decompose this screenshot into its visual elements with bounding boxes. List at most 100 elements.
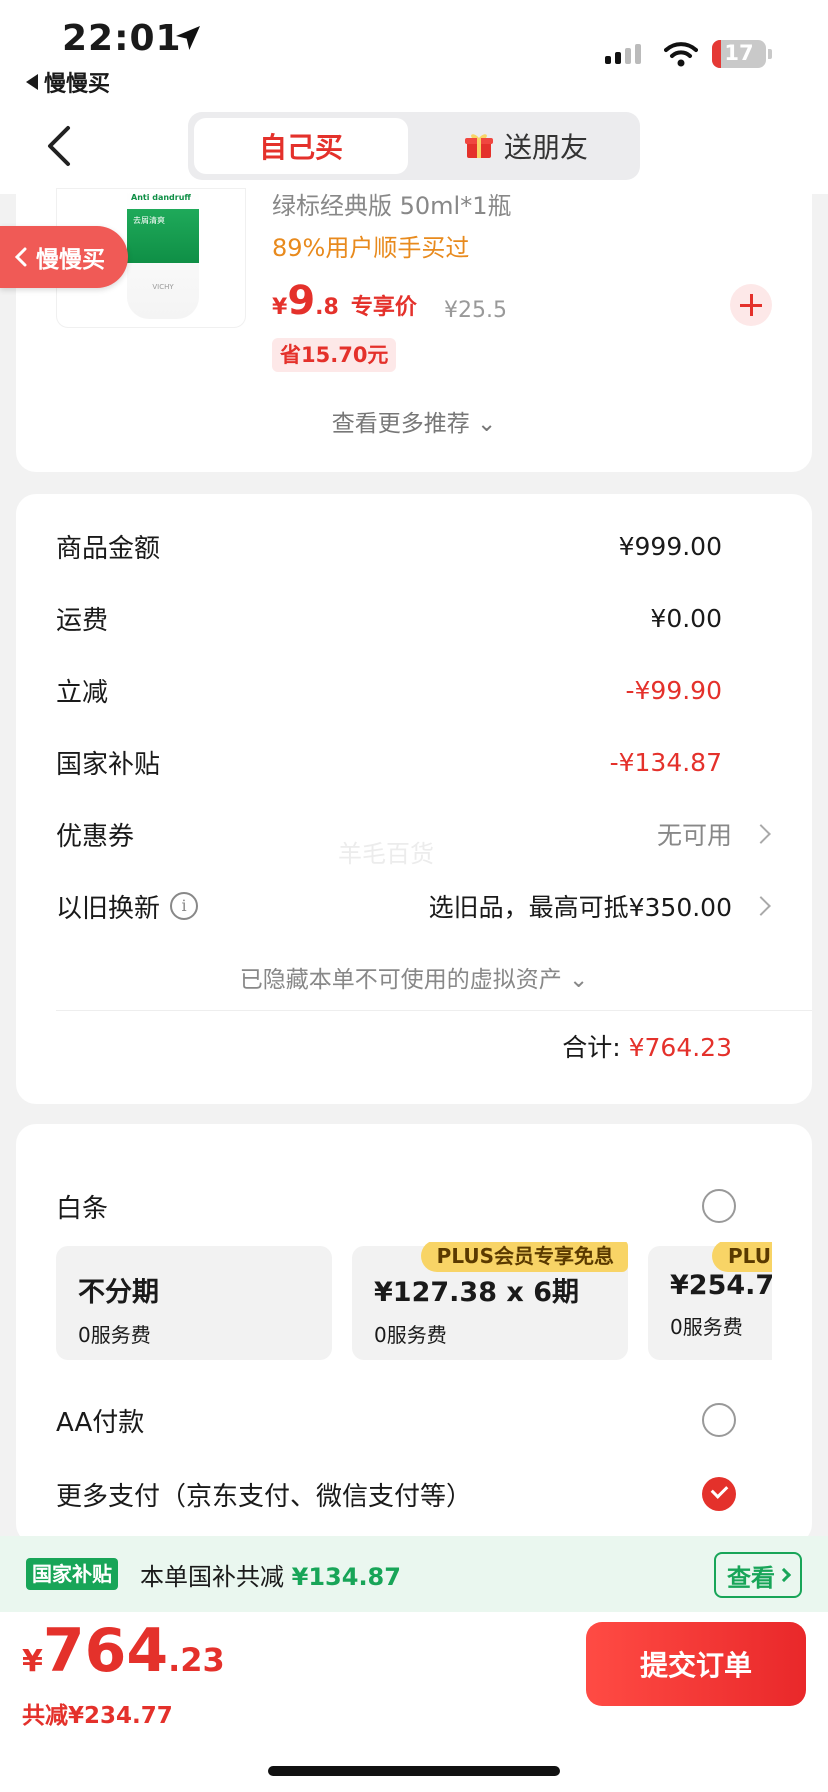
plan-6-months[interactable]: PLUS会员专享免息 ¥127.38 x 6期 0服务费 <box>352 1242 628 1360</box>
cellular-signal-icon <box>605 44 641 64</box>
back-chevron-icon[interactable] <box>40 122 80 170</box>
radio-button-checked[interactable] <box>702 1477 736 1511</box>
pay-option-baitiao[interactable]: 白条 <box>56 1178 772 1234</box>
row-label: 国家补贴 <box>56 749 161 780</box>
total-value: ¥764.23 <box>628 1033 732 1062</box>
row-label: 运费 <box>56 605 109 636</box>
row-value: ¥999.00 <box>618 531 722 561</box>
plan-title: ¥254.75 <box>670 1270 772 1301</box>
product-title: 绿标经典版 50ml*1瓶 <box>272 192 512 220</box>
submit-order-button[interactable]: 提交订单 <box>586 1622 806 1706</box>
row-trade-in[interactable]: 以旧换新 i 选旧品，最高可抵¥350.00 <box>56 876 772 936</box>
row-value: ¥0.00 <box>650 603 722 633</box>
chevron-right-icon <box>751 896 771 916</box>
subsidy-strip: 国家补贴 本单国补共减 ¥134.87 查看 <box>0 1536 828 1612</box>
row-national-subsidy: 国家补贴 -¥134.87 <box>56 732 772 792</box>
price-int: 9 <box>287 278 316 324</box>
hidden-assets-toggle[interactable]: 已隐藏本单不可使用的虚拟资产 ⌄ <box>16 960 812 994</box>
plus-badge: PLUS <box>712 1242 772 1272</box>
pay-option-aa[interactable]: AA付款 <box>56 1392 772 1448</box>
back-to-app-link[interactable]: 慢慢买 <box>26 66 110 98</box>
pay-option-label: 白条 <box>56 1193 109 1224</box>
national-subsidy-tag: 国家补贴 <box>26 1558 118 1590</box>
view-label: 查看 <box>727 1563 775 1592</box>
plan-3-months[interactable]: PLUS ¥254.75 0服务费 <box>648 1242 772 1360</box>
plan-fee: 0服务费 <box>374 1323 447 1347</box>
slow-buy-float-tag[interactable]: 慢慢买 <box>0 226 128 288</box>
divider <box>56 1010 812 1011</box>
product-purchase-stat: 89%用户顺手买过 <box>272 234 470 262</box>
info-icon[interactable]: i <box>170 892 199 920</box>
nav-bar: 自己买 送朋友 <box>0 100 828 194</box>
total-label: 合计: <box>562 1033 621 1062</box>
add-to-order-button[interactable] <box>730 284 772 326</box>
location-arrow-icon <box>176 26 200 50</box>
row-value: -¥134.87 <box>609 747 722 777</box>
row-goods-amount: 商品金额 ¥999.00 <box>56 516 772 576</box>
chevron-right-icon <box>776 1567 792 1583</box>
product-price: ¥ 9 .8 专享价 <box>272 278 417 324</box>
shampoo-tube-image: Anti dandruff 去屑清爽 VICHY <box>127 189 199 319</box>
subsidy-label: 本单国补共减 <box>140 1562 284 1591</box>
row-shipping: 运费 ¥0.00 <box>56 588 772 648</box>
checkout-dec: .23 <box>168 1641 225 1679</box>
checkout-price: ¥ 764 .23 <box>22 1616 225 1686</box>
checkout-int: 764 <box>42 1616 169 1686</box>
subsidy-text: 本单国补共减 ¥134.87 <box>140 1557 401 1592</box>
tab-gift-friend[interactable]: 送朋友 <box>418 118 634 174</box>
plan-title: ¥127.38 x 6期 <box>374 1277 579 1308</box>
tab-buy-self[interactable]: 自己买 <box>194 118 408 174</box>
battery-icon: 17 <box>712 40 766 68</box>
save-badge: 省15.70元 <box>272 338 397 372</box>
status-time: 22:01 <box>62 18 182 59</box>
radio-button[interactable] <box>702 1189 736 1223</box>
plan-fee: 0服务费 <box>78 1323 151 1347</box>
gift-icon <box>464 134 493 158</box>
subsidy-amount: ¥134.87 <box>291 1562 401 1591</box>
back-triangle-icon <box>26 74 38 90</box>
row-value: -¥99.90 <box>625 675 723 705</box>
battery-level: 17 <box>724 41 754 65</box>
plus-badge: PLUS会员专享免息 <box>420 1242 628 1272</box>
row-instant-discount: 立减 -¥99.90 <box>56 660 772 720</box>
tube-label-en: Anti dandruff <box>131 193 191 202</box>
price-dec: .8 <box>315 295 339 320</box>
checkout-savings: 共减¥234.77 <box>22 1703 173 1729</box>
pay-option-label: AA付款 <box>56 1407 145 1438</box>
tab-gift-label: 送朋友 <box>503 131 588 164</box>
price-tag: 专享价 <box>350 295 417 320</box>
slow-buy-label: 慢慢买 <box>36 247 105 273</box>
back-app-label: 慢慢买 <box>44 72 111 97</box>
checkout-yen: ¥ <box>22 1644 43 1679</box>
recommend-card: Anti dandruff 去屑清爽 VICHY 绿标经典版 50ml*1瓶 8… <box>16 188 812 472</box>
buy-mode-segmented-control: 自己买 送朋友 <box>188 112 640 180</box>
order-summary-card: 羊毛百货 商品金额 ¥999.00 运费 ¥0.00 立减 -¥99.90 国家… <box>16 494 812 1104</box>
wifi-icon <box>664 42 698 67</box>
tube-label-cn: 去屑清爽 <box>133 216 165 225</box>
checkout-bar: ¥ 764 .23 共减¥234.77 提交订单 <box>0 1612 828 1792</box>
row-label: 商品金额 <box>56 533 161 564</box>
plan-title: 不分期 <box>78 1277 159 1308</box>
order-total: 合计: ¥764.23 <box>562 1028 732 1064</box>
view-subsidy-button[interactable]: 查看 <box>714 1552 802 1598</box>
pay-option-more[interactable]: 更多支付（京东支付、微信支付等） <box>56 1466 772 1522</box>
row-label: 立减 <box>56 677 109 708</box>
row-label: 优惠券 <box>56 821 135 852</box>
row-coupon[interactable]: 优惠券 无可用 <box>56 804 772 864</box>
status-bar: 22:01 慢慢买 17 <box>0 0 828 100</box>
chevron-left-icon <box>14 247 27 267</box>
chevron-right-icon <box>751 824 771 844</box>
original-price: ¥25.5 <box>444 298 507 323</box>
radio-button[interactable] <box>702 1403 736 1437</box>
payment-card: 白条 不分期 0服务费 PLUS会员专享免息 ¥127.38 x 6期 0服务费… <box>16 1124 812 1544</box>
more-recommend-link[interactable]: 查看更多推荐 ⌄ <box>16 404 812 438</box>
home-indicator[interactable] <box>268 1766 560 1776</box>
price-yen: ¥ <box>272 295 288 320</box>
row-label: 以旧换新 <box>56 893 161 924</box>
row-value: 无可用 <box>656 821 732 850</box>
battery-tip <box>768 49 772 59</box>
pay-option-label: 更多支付（京东支付、微信支付等） <box>56 1481 473 1512</box>
row-value: 选旧品，最高可抵¥350.00 <box>428 893 732 922</box>
plan-fee: 0服务费 <box>670 1315 743 1339</box>
plan-no-installment[interactable]: 不分期 0服务费 <box>56 1246 332 1360</box>
